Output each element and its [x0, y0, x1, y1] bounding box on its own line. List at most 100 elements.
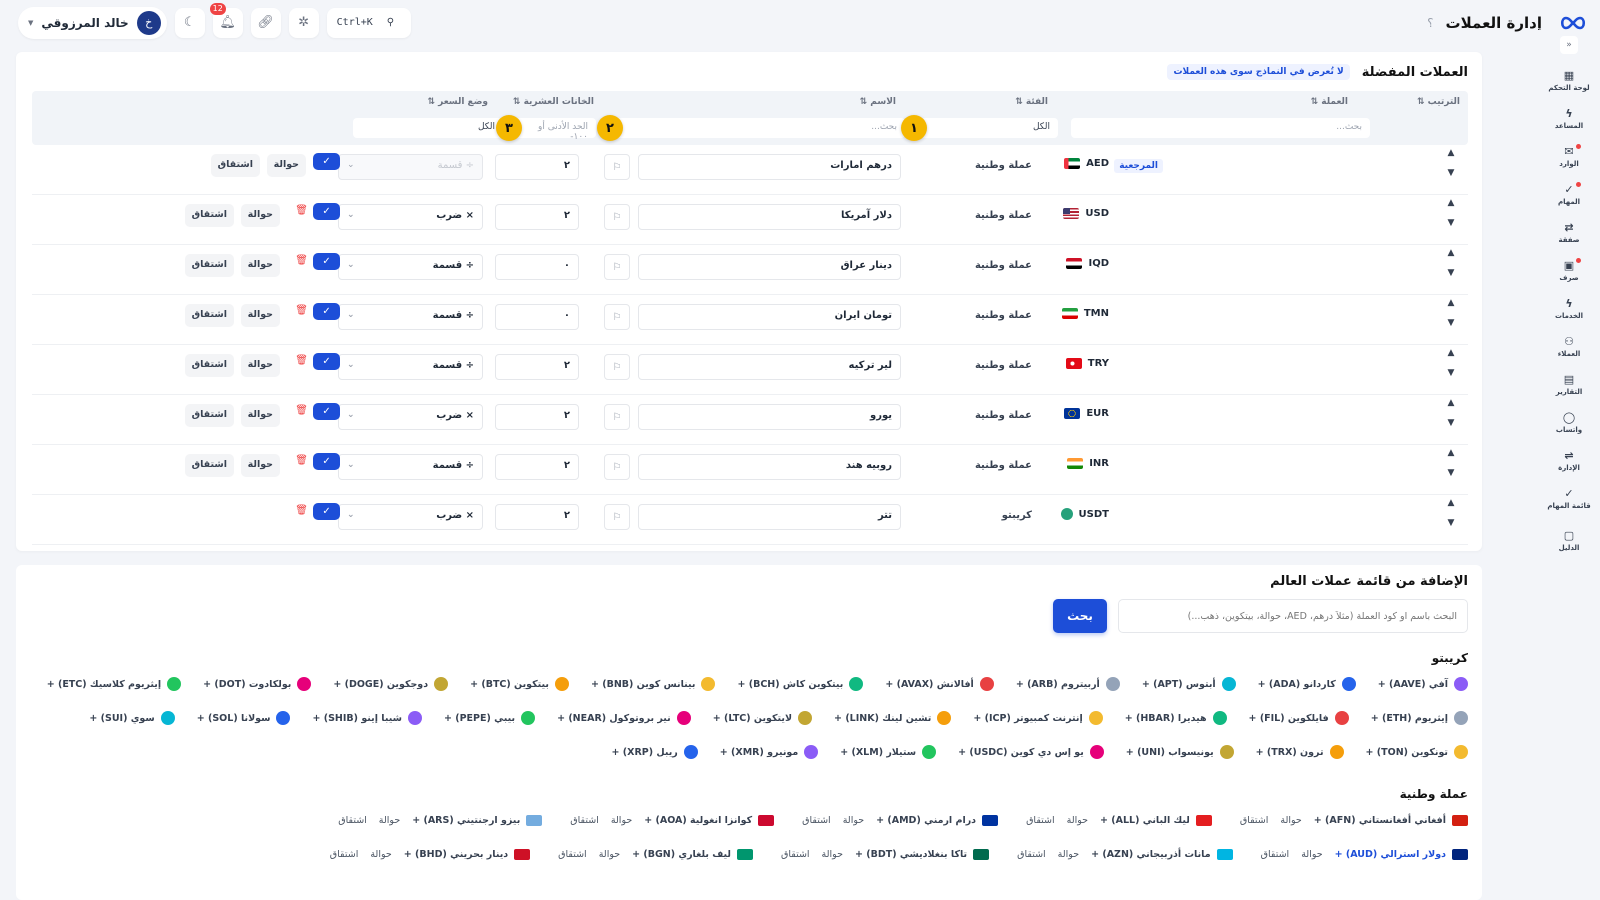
crypto-add-item[interactable]: بولكادوت (DOT) + [203, 677, 312, 691]
sidebar-item[interactable]: ◯ واتساب [1539, 404, 1599, 442]
decimals-input[interactable]: ٢ [495, 154, 579, 180]
help-icon[interactable]: ؟ [1427, 16, 1433, 30]
sidebar-item[interactable]: ⚇ العملاء [1539, 328, 1599, 366]
currency-name-input[interactable]: تومان ايران [638, 304, 901, 330]
crypto-add-item[interactable]: ترون (TRX) + [1256, 745, 1344, 759]
currency-name-input[interactable]: دينار عراق [638, 254, 901, 280]
flag-icon[interactable]: ⚐ [604, 504, 630, 530]
global-search-button[interactable]: Ctrl+K ⚲ [326, 7, 411, 38]
currency-name-input[interactable]: روبيه هند [638, 454, 901, 480]
crypto-add-item[interactable]: أبتوس (APT) + [1142, 677, 1236, 691]
decimals-input[interactable]: ٠ [495, 254, 579, 280]
sidebar-item[interactable]: ✓ المهام [1539, 176, 1599, 214]
mode-filter-select[interactable]: الكل [353, 118, 503, 138]
active-checkbox[interactable]: ✓ [313, 403, 340, 420]
crypto-add-item[interactable]: بيتكوين (BTC) + [470, 677, 569, 691]
flag-icon[interactable]: ⚐ [604, 154, 630, 180]
currency-name-input[interactable]: دلار آمریکا [638, 204, 901, 230]
arrow-down-icon[interactable]: ▼ [1448, 268, 1455, 278]
crypto-add-item[interactable]: بينانس كوين (BNB) + [591, 677, 716, 691]
col-price-mode[interactable]: وضع السعر ⇅ [427, 97, 488, 107]
decimals-input[interactable]: ٢ [495, 504, 579, 530]
crypto-add-item[interactable]: يو إس دي كوين (USDC) + [958, 745, 1104, 759]
national-add-button[interactable]: أفغاني أفغانستاني (AFN) + [1314, 815, 1468, 826]
transfer-link[interactable]: حوالة [843, 815, 864, 826]
trash-icon[interactable]: 🗑︎ [295, 455, 308, 466]
debug-button[interactable]: ✲ [288, 7, 319, 38]
derive-chip[interactable]: اشتقاق [184, 204, 234, 227]
price-mode-select[interactable]: × ضرب ⌄ [338, 504, 483, 530]
derive-chip[interactable]: اشتقاق [184, 404, 234, 427]
crypto-add-item[interactable]: تونكوين (TON) + [1366, 745, 1468, 759]
transfer-link[interactable]: حوالة [1058, 849, 1079, 860]
flag-icon[interactable]: ⚐ [604, 354, 630, 380]
sidebar-item[interactable]: ϟ الخدمات [1539, 290, 1599, 328]
sidebar-item[interactable]: ▦ لوحة التحكم [1539, 62, 1599, 100]
national-add-button[interactable]: ليف بلغاري (BGN) + [632, 849, 753, 860]
national-add-button[interactable]: دولار استرالي (AUD) + [1335, 849, 1468, 860]
arrow-down-icon[interactable]: ▼ [1448, 368, 1455, 378]
sidebar-item[interactable]: ✉ الوارد [1539, 138, 1599, 176]
decimals-input[interactable]: ٢ [495, 354, 579, 380]
crypto-add-item[interactable]: أفالانش (AVAX) + [885, 677, 994, 691]
price-mode-select[interactable]: × ضرب ⌄ [338, 204, 483, 230]
flag-icon[interactable]: ⚐ [604, 404, 630, 430]
user-menu[interactable]: ▼ خالد المرزوقي خ [18, 6, 167, 39]
derive-link[interactable]: اشتقاق [1240, 815, 1269, 826]
trash-icon[interactable]: 🗑︎ [295, 305, 308, 316]
crypto-add-item[interactable]: لايتكوين (LTC) + [713, 711, 813, 725]
national-add-button[interactable]: كوانزا انغولية (AOA) + [644, 815, 775, 826]
currency-name-input[interactable]: درهم امارات [638, 154, 901, 180]
price-mode-select[interactable]: ÷ قسمة ⌄ [338, 354, 483, 380]
derive-link[interactable]: اشتقاق [1017, 849, 1046, 860]
arrow-up-icon[interactable]: ▲ [1448, 248, 1455, 258]
derive-chip[interactable]: اشتقاق [184, 454, 234, 477]
derive-chip[interactable]: اشتقاق [184, 304, 234, 327]
transfer-link[interactable]: حوالة [1067, 815, 1088, 826]
transfer-link[interactable]: حوالة [370, 849, 391, 860]
transfer-chip[interactable]: حوالة [240, 204, 280, 227]
arrow-down-icon[interactable]: ▼ [1448, 518, 1455, 528]
sidebar-item[interactable]: ⇄ صفقة [1539, 214, 1599, 252]
derive-link[interactable]: اشتقاق [1026, 815, 1055, 826]
active-checkbox[interactable]: ✓ [313, 303, 340, 320]
arrow-down-icon[interactable]: ▼ [1448, 218, 1455, 228]
col-order[interactable]: الترتيب ⇅ [1417, 97, 1460, 107]
transfer-chip[interactable]: حوالة [240, 454, 280, 477]
transfer-link[interactable]: حوالة [611, 815, 632, 826]
crypto-add-item[interactable]: تشين لينك (LINK) + [834, 711, 952, 725]
collapse-sidebar-button[interactable]: « [1560, 36, 1578, 54]
transfer-chip[interactable]: حوالة [240, 404, 280, 427]
transfer-link[interactable]: حوالة [1301, 849, 1322, 860]
decimals-filter-input[interactable]: الحد الأدنى أو ١٠٠- [510, 118, 596, 142]
sidebar-item[interactable]: ▢ الدليل [1539, 522, 1599, 560]
arrow-down-icon[interactable]: ▼ [1448, 418, 1455, 428]
currency-name-input[interactable]: لير تركيه [638, 354, 901, 380]
active-checkbox[interactable]: ✓ [313, 453, 340, 470]
trash-icon[interactable]: 🗑︎ [295, 255, 308, 266]
flag-icon[interactable]: ⚐ [604, 304, 630, 330]
derive-link[interactable]: اشتقاق [338, 815, 367, 826]
active-checkbox[interactable]: ✓ [313, 503, 340, 520]
decimals-input[interactable]: ٠ [495, 304, 579, 330]
trash-icon[interactable]: 🗑︎ [295, 205, 308, 216]
crypto-add-item[interactable]: بيتكوين كاش (BCH) + [737, 677, 864, 691]
crypto-add-item[interactable]: سولانا (SOL) + [197, 711, 291, 725]
crypto-add-item[interactable]: يونيسواب (UNI) + [1126, 745, 1234, 759]
national-add-button[interactable]: مانات أذربيجاني (AZN) + [1091, 849, 1233, 860]
world-search-field[interactable] [1118, 599, 1468, 633]
theme-toggle-button[interactable]: ☾ [174, 7, 205, 38]
transfer-link[interactable]: حوالة [1280, 815, 1301, 826]
crypto-add-item[interactable]: إيثريوم (ETH) + [1371, 711, 1468, 725]
derive-link[interactable]: اشتقاق [781, 849, 810, 860]
active-checkbox[interactable]: ✓ [313, 203, 340, 220]
derive-chip[interactable]: اشتقاق [210, 154, 260, 177]
derive-chip[interactable]: اشتقاق [184, 254, 234, 277]
decimals-input[interactable]: ٢ [495, 454, 579, 480]
world-search-input[interactable] [1119, 600, 1467, 632]
transfer-chip[interactable]: حوالة [266, 154, 306, 177]
transfer-chip[interactable]: حوالة [240, 254, 280, 277]
trash-icon[interactable]: 🗑︎ [295, 505, 308, 516]
price-mode-select[interactable]: ÷ قسمة ⌄ [338, 304, 483, 330]
decimals-input[interactable]: ٢ [495, 204, 579, 230]
